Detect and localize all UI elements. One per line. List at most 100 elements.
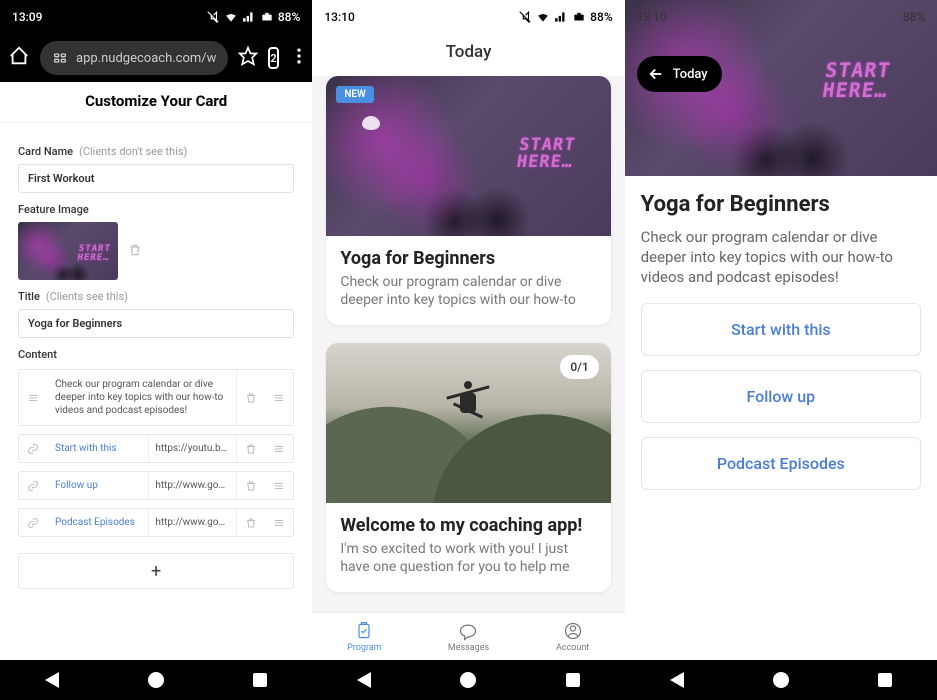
reorder-icon[interactable] (265, 480, 293, 492)
tab-label: Messages (448, 643, 489, 653)
user-icon (563, 621, 583, 641)
action-button[interactable]: Podcast Episodes (641, 437, 921, 490)
wifi-icon (536, 10, 550, 24)
detail-title: Yoga for Beginners (641, 192, 921, 217)
status-bar: 13:10 88% (312, 0, 624, 34)
detail-description: Check our program calendar or dive deepe… (641, 227, 921, 287)
link-icon (19, 443, 47, 455)
title-label: Title (18, 290, 40, 303)
link-block: Podcast Episodes (18, 508, 294, 537)
link-url-input[interactable] (149, 472, 237, 499)
card-title: Yoga for Beginners (340, 248, 596, 269)
feature-image-thumb[interactable]: START HERE… (18, 222, 118, 280)
site-settings-icon (52, 50, 68, 66)
card-name-input[interactable] (18, 164, 294, 193)
back-nav-button[interactable] (667, 670, 687, 690)
tab-messages[interactable]: Messages (416, 613, 520, 660)
content-label: Content (18, 348, 57, 361)
program-card[interactable]: NEW START HERE… Yoga for Beginners Check… (326, 76, 610, 325)
tab-count[interactable]: 2 (268, 47, 278, 69)
phone-card-detail: START HERE… 13:10 88% Today Yoga for Beg… (625, 0, 937, 700)
content-text[interactable]: Check our program calendar or dive deepe… (47, 370, 237, 425)
android-navbar (625, 660, 937, 700)
battery-icon (260, 10, 274, 24)
cloud-icon (362, 116, 380, 130)
card-name-label: Card Name (18, 145, 73, 158)
recent-nav-button[interactable] (563, 670, 583, 690)
title-hint: (Clients see this) (46, 290, 128, 303)
tab-account[interactable]: Account (521, 613, 625, 660)
link-url-input[interactable] (149, 435, 237, 462)
back-button[interactable]: Today (637, 56, 722, 92)
home-nav-button[interactable] (771, 670, 791, 690)
mute-icon (518, 10, 532, 24)
back-nav-button[interactable] (42, 670, 62, 690)
status-battery: 88% (903, 10, 925, 24)
card-description: Check our program calendar or dive deepe… (340, 273, 596, 309)
drag-handle-icon[interactable] (19, 392, 47, 404)
card-name-hint: (Clients don't see this) (79, 145, 187, 158)
url-field[interactable]: app.nudgecoach.com/w (40, 41, 228, 75)
delete-link-button[interactable] (237, 480, 265, 492)
menu-icon[interactable] (289, 46, 309, 70)
delete-link-button[interactable] (237, 517, 265, 529)
status-battery: 88% (278, 10, 300, 24)
wifi-icon (224, 10, 238, 24)
back-label: Today (673, 67, 708, 82)
android-navbar (312, 660, 624, 700)
browser-address-bar: app.nudgecoach.com/w 2 (0, 34, 312, 82)
status-battery: 88% (590, 10, 612, 24)
back-nav-button[interactable] (354, 670, 374, 690)
hero-text: START HERE… (77, 245, 112, 263)
delete-block-button[interactable] (237, 392, 265, 404)
tab-label: Program (347, 643, 382, 653)
program-card[interactable]: 0/1 Welcome to my coaching app! I'm so e… (326, 343, 610, 592)
card-hero-image: 0/1 (326, 343, 610, 503)
battery-icon (572, 10, 586, 24)
reorder-icon[interactable] (265, 443, 293, 455)
status-bar: 13:10 88% (625, 0, 937, 34)
link-icon (19, 480, 47, 492)
action-button[interactable]: Follow up (641, 370, 921, 423)
link-url-input[interactable] (149, 509, 237, 536)
add-block-button[interactable]: + (18, 553, 294, 589)
link-label-input[interactable]: Start with this (47, 435, 149, 462)
home-nav-button[interactable] (146, 670, 166, 690)
reorder-icon[interactable] (265, 517, 293, 529)
home-icon[interactable] (8, 45, 30, 71)
home-nav-button[interactable] (458, 670, 478, 690)
signal-icon (554, 10, 568, 24)
status-time: 13:09 (12, 10, 42, 24)
reorder-icon[interactable] (265, 392, 293, 404)
status-time: 13:10 (637, 10, 667, 24)
tab-label: Account (556, 643, 589, 653)
status-bar: 13:09 88% (0, 0, 312, 34)
link-block: Follow up (18, 471, 294, 500)
action-button[interactable]: Start with this (641, 303, 921, 356)
title-input[interactable] (18, 309, 294, 338)
recent-nav-button[interactable] (250, 670, 270, 690)
tab-program[interactable]: Program (312, 613, 416, 660)
delete-link-button[interactable] (237, 443, 265, 455)
phone-app-home: 13:10 88% Today NEW START HERE… Yoga for… (312, 0, 624, 700)
link-label-input[interactable]: Podcast Episodes (47, 509, 149, 536)
progress-badge: 0/1 (560, 355, 598, 379)
status-time: 13:10 (324, 10, 354, 24)
bookmark-icon[interactable] (238, 46, 258, 70)
url-text: app.nudgecoach.com/w (76, 51, 216, 66)
link-block: Start with this (18, 434, 294, 463)
link-label-input[interactable]: Follow up (47, 472, 149, 499)
arrow-left-icon (647, 65, 665, 83)
feature-image-label: Feature Image (18, 203, 89, 216)
card-hero-image: NEW START HERE… (326, 76, 610, 236)
card-description: I'm so excited to work with you! I just … (340, 540, 596, 576)
new-badge: NEW (336, 86, 374, 103)
page-title: Customize Your Card (0, 82, 312, 123)
hero-text: START HERE… (516, 137, 577, 171)
card-title: Welcome to my coaching app! (340, 515, 596, 536)
delete-image-button[interactable] (128, 243, 142, 260)
recent-nav-button[interactable] (875, 670, 895, 690)
content-text-block: Check our program calendar or dive deepe… (18, 369, 294, 426)
hero-text: START HERE… (821, 60, 892, 100)
jumper-figure (438, 373, 498, 433)
